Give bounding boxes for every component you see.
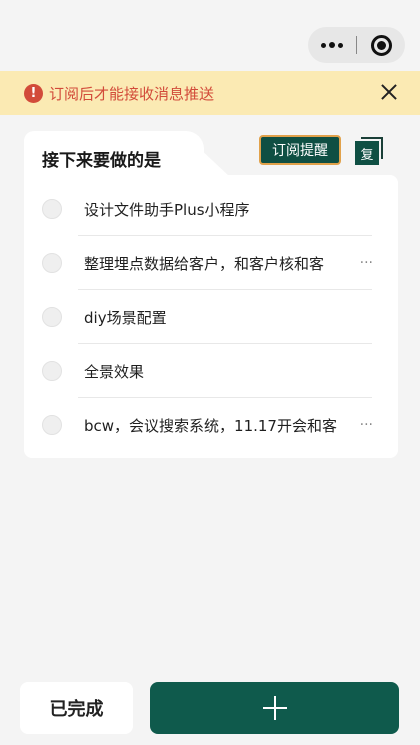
todo-checkbox[interactable] <box>42 415 62 435</box>
todo-text: diy场景配置 <box>84 308 167 327</box>
todo-checkbox[interactable] <box>42 199 62 219</box>
subscription-notice-bar: ! 订阅后才能接收消息推送 <box>0 71 420 115</box>
plus-icon-vertical <box>274 696 276 720</box>
mini-program-capsule <box>308 27 405 63</box>
todo-item[interactable]: 全景效果 <box>24 344 398 398</box>
todo-checkbox[interactable] <box>42 307 62 327</box>
todo-checkbox[interactable] <box>42 361 62 381</box>
todo-item[interactable]: diy场景配置 <box>24 290 398 344</box>
ellipsis: ··· <box>359 417 373 433</box>
subscribe-reminder-button[interactable]: 订阅提醒 <box>259 135 341 165</box>
close-icon[interactable] <box>380 83 398 101</box>
copy-button[interactable]: 复 <box>355 137 383 165</box>
todo-text: 设计文件助手Plus小程序 <box>84 200 250 219</box>
notice-text: 订阅后才能接收消息推送 <box>49 84 215 103</box>
todo-text: 整理埋点数据给客户，和客户核和客 <box>84 254 325 273</box>
todo-item[interactable]: 整理埋点数据给客户，和客户核和客 ··· <box>24 236 398 290</box>
more-dots-icon[interactable] <box>308 42 356 48</box>
todo-item[interactable]: 设计文件助手Plus小程序 <box>24 182 398 236</box>
card-title: 接下来要做的是 <box>42 151 161 171</box>
todo-checkbox[interactable] <box>42 253 62 273</box>
completed-button[interactable]: 已完成 <box>20 682 133 734</box>
todo-text: 全景效果 <box>84 362 145 381</box>
warning-icon: ! <box>24 83 43 103</box>
todo-text: bcw，会议搜索系统，11.17开会和客 <box>84 416 337 435</box>
ellipsis: ··· <box>359 255 373 271</box>
todo-item[interactable]: bcw，会议搜索系统，11.17开会和客 ··· <box>24 398 398 452</box>
copy-icon: 复 <box>355 141 379 165</box>
target-icon[interactable] <box>357 34 405 56</box>
add-todo-button[interactable] <box>150 682 399 734</box>
